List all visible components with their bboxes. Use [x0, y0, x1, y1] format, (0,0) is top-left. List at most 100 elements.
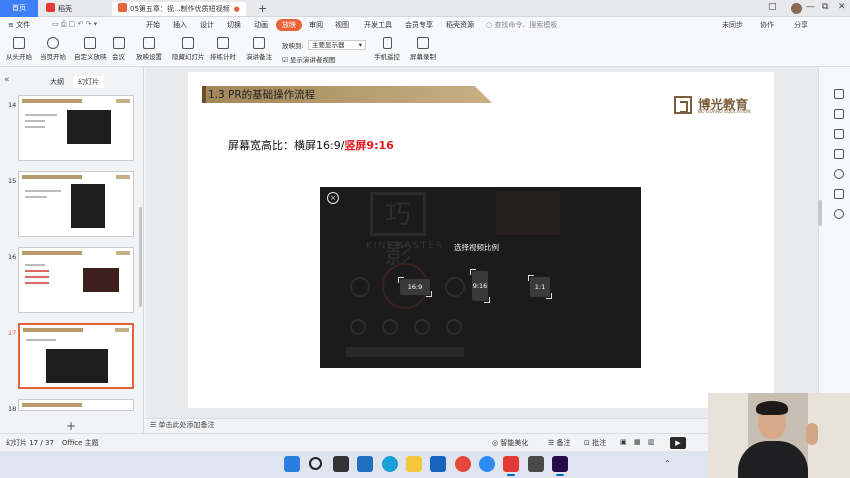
display-select[interactable]: 主要显示器 ▾	[308, 40, 366, 50]
edge-icon[interactable]	[382, 456, 398, 472]
export-icon[interactable]	[834, 189, 844, 199]
menu-animation[interactable]: 动画	[254, 20, 268, 30]
sync-status[interactable]: 未同步	[722, 20, 743, 30]
brush-icon[interactable]	[834, 89, 844, 99]
restore-button[interactable]: ⧉	[822, 2, 828, 12]
premiere-icon[interactable]	[552, 456, 568, 476]
location-icon[interactable]	[834, 209, 844, 219]
rehearse-timing-label: 排练计时	[210, 53, 236, 61]
play-current-button[interactable]: 当页开始	[40, 37, 66, 61]
slide-thumbnail-17[interactable]	[18, 323, 134, 389]
screen-record-button[interactable]: 屏幕录制	[410, 37, 436, 61]
phone-remote-button[interactable]: 手机遥控	[374, 37, 400, 61]
ratio-16-9-option[interactable]: 16:9	[398, 277, 432, 297]
quick-access-icons[interactable]: ▭ ⎙ ▢ ↶ ↷ ▾	[52, 20, 97, 29]
title-accent	[202, 86, 206, 103]
speaker-notes-button[interactable]: 演讲备注	[246, 37, 272, 61]
slide-thumbnail-15[interactable]	[18, 171, 134, 237]
help-icon[interactable]	[834, 169, 844, 179]
brand-logo-icon	[674, 96, 692, 114]
smart-beautify-button[interactable]: ◎ 智能美化	[492, 438, 528, 448]
tab-document-label: 05第五章：视...制作优质短视频	[130, 5, 230, 13]
custom-show-button[interactable]: 自定义放映	[74, 37, 107, 61]
command-search[interactable]: ○ 查找命令、搜索模板	[486, 20, 557, 30]
wps-icon[interactable]	[503, 456, 519, 476]
chrome-icon[interactable]	[455, 456, 471, 472]
tab-home[interactable]: 首页	[0, 0, 38, 17]
minimize-button[interactable]: —	[806, 2, 815, 12]
tab-slides[interactable]: 幻灯片	[73, 76, 104, 88]
close-window-button[interactable]: ✕	[838, 2, 846, 12]
mail-icon[interactable]	[430, 456, 446, 472]
play-slideshow-button[interactable]: ▶	[670, 437, 686, 449]
slide-thumbnail-14[interactable]	[18, 95, 134, 161]
thumb-line	[25, 196, 47, 198]
thumb-line	[25, 114, 57, 116]
ghost-banner	[346, 347, 464, 357]
tray-chevron-icon[interactable]: ⌃	[664, 459, 671, 468]
slide: 1.3 PR的基础操作流程 博光教育 BO GUANG EDUCATION 屏幕…	[188, 72, 774, 408]
tab-document[interactable]: 05第五章：视...制作优质短视频 ●	[112, 2, 246, 16]
thumb-title-bar	[22, 99, 82, 103]
widgets-icon[interactable]	[357, 456, 373, 472]
menu-design[interactable]: 设计	[200, 20, 214, 30]
new-tab-button[interactable]: +	[252, 2, 273, 16]
app-icon[interactable]	[528, 456, 544, 472]
sorter-view-icon[interactable]: ▦	[634, 438, 641, 446]
play-current-label: 当页开始	[40, 53, 66, 61]
canvas-scrollbar[interactable]	[818, 200, 822, 226]
windows-start-icon[interactable]	[284, 456, 300, 472]
kinemaster-logo-watermark: 巧影	[370, 192, 426, 270]
browser-icon[interactable]	[479, 456, 495, 472]
ratio-1-1-option[interactable]: 1:1	[528, 275, 552, 299]
menu-developer[interactable]: 开发工具	[364, 20, 392, 30]
background-video-thumb	[496, 191, 560, 235]
menu-bar: ≡ 文件 ▭ ⎙ ▢ ↶ ↷ ▾ 开始 插入 设计 切换 动画 放映 审阅 视图…	[0, 17, 850, 35]
collapse-panel-icon[interactable]: «	[4, 75, 10, 85]
meeting-button[interactable]: 会议	[112, 37, 125, 61]
slide-number: 15	[8, 177, 17, 185]
task-view-icon[interactable]	[333, 456, 349, 472]
tab-outline[interactable]: 大纲	[50, 77, 64, 87]
tab-daoke[interactable]: 稻壳	[40, 2, 108, 16]
menu-start[interactable]: 开始	[146, 20, 160, 30]
panel-scrollbar[interactable]	[139, 207, 142, 307]
normal-view-icon[interactable]: ▣	[620, 438, 627, 446]
notes-toggle[interactable]: ☰ 备注	[548, 438, 571, 448]
layout-icon[interactable]: □	[768, 2, 777, 12]
share-button[interactable]: 分享	[794, 20, 808, 30]
menu-member[interactable]: 会员专享	[405, 20, 433, 30]
add-slide-button[interactable]: +	[66, 419, 76, 433]
custom-show-label: 自定义放映	[74, 53, 107, 61]
checkbox-icon: ☑	[282, 56, 290, 64]
close-icon[interactable]: ×	[327, 192, 339, 204]
ratio-9-16-option[interactable]: 9:16	[470, 269, 490, 303]
menu-view[interactable]: 视图	[335, 20, 349, 30]
embedded-video[interactable]: 巧影 KINEMASTER × 选择视频比例 16:9 9:16 1:1	[320, 187, 641, 368]
menu-transition[interactable]: 切换	[227, 20, 241, 30]
window-tabbar: 首页 稻壳 05第五章：视...制作优质短视频 ● + □ — ⧉ ✕	[0, 0, 850, 17]
rehearse-timing-button[interactable]: 排练计时	[210, 37, 236, 61]
hide-slide-button[interactable]: 隐藏幻灯片	[172, 37, 205, 61]
menu-insert[interactable]: 插入	[173, 20, 187, 30]
reading-view-icon[interactable]: ▥	[648, 438, 655, 446]
search-icon[interactable]	[309, 457, 322, 470]
sliders-icon[interactable]	[834, 109, 844, 119]
comments-toggle[interactable]: ⊡ 批注	[584, 438, 606, 448]
slide-thumbnail-18[interactable]	[18, 399, 134, 411]
crop-icon[interactable]	[834, 149, 844, 159]
ghost-circle-icon	[350, 319, 366, 335]
star-icon[interactable]	[834, 129, 844, 139]
menu-daoke-resources[interactable]: 稻壳资源	[446, 20, 474, 30]
slide-thumbnail-16[interactable]	[18, 247, 134, 313]
menu-review[interactable]: 审阅	[309, 20, 323, 30]
play-start-icon	[13, 37, 25, 49]
menu-file[interactable]: ≡ 文件	[8, 20, 30, 30]
menu-slideshow[interactable]: 放映	[276, 19, 302, 31]
file-explorer-icon[interactable]	[406, 456, 422, 472]
collaborate-button[interactable]: 协作	[760, 20, 774, 30]
slideshow-settings-button[interactable]: 放映设置	[136, 37, 162, 61]
user-avatar[interactable]	[791, 3, 802, 14]
presenter-view-checkbox[interactable]: ☑ 显示演讲者视图	[282, 54, 335, 64]
play-from-start-button[interactable]: 从头开始	[6, 37, 32, 61]
